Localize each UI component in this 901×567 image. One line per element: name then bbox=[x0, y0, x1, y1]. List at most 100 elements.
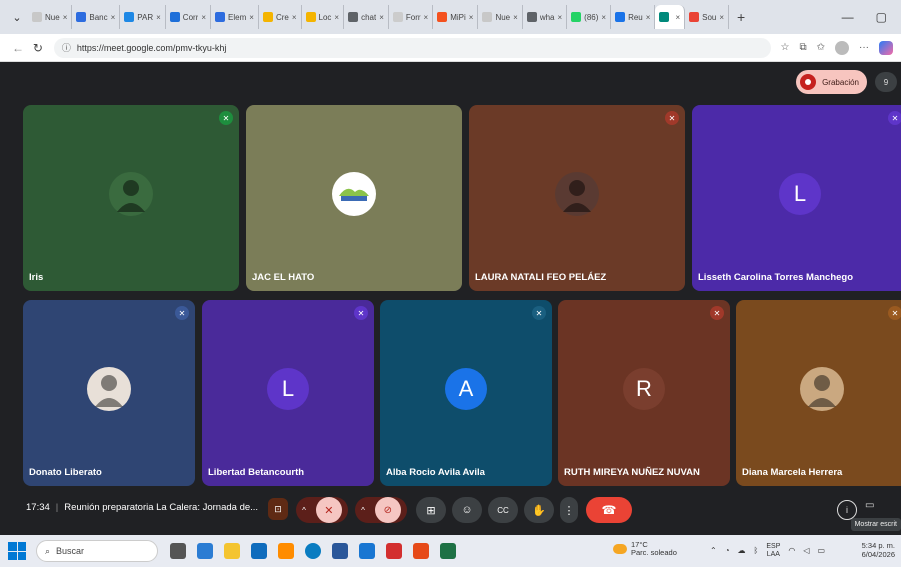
window-controls: — ▢ bbox=[842, 10, 901, 24]
browser-tab[interactable]: MiPi × bbox=[433, 5, 479, 29]
search-placeholder: Buscar bbox=[56, 546, 85, 556]
browser-tab[interactable]: Elem × bbox=[211, 5, 259, 29]
browser-tab[interactable]: Corr × bbox=[166, 5, 212, 29]
weather-widget[interactable]: 17°C Parc. soleado bbox=[613, 540, 677, 558]
edge-icon[interactable] bbox=[305, 543, 321, 559]
participant-tile[interactable]: R ✕ RUTH MIREYA NUÑEZ NUVAN bbox=[558, 300, 730, 486]
more-menu-icon[interactable]: ··· bbox=[859, 42, 869, 53]
back-icon[interactable]: ← bbox=[8, 41, 28, 55]
browser-tab[interactable]: Sou × bbox=[685, 5, 730, 29]
browser-tab[interactable]: Reu × bbox=[611, 5, 656, 29]
tab-close-icon[interactable]: × bbox=[111, 13, 116, 22]
browser-tab[interactable]: (86) × bbox=[567, 5, 612, 29]
tab-close-icon[interactable]: × bbox=[424, 13, 429, 22]
browser-tab[interactable]: PAR × bbox=[120, 5, 166, 29]
browser-tab[interactable]: Nue × bbox=[28, 5, 73, 29]
copilot-icon[interactable] bbox=[879, 40, 893, 55]
mic-off-button[interactable]: ✕ bbox=[315, 497, 342, 523]
tab-close-icon[interactable]: × bbox=[379, 13, 384, 22]
tab-close-icon[interactable]: × bbox=[201, 13, 206, 22]
favorites-icon[interactable]: ✩ bbox=[817, 42, 825, 53]
participant-tile[interactable]: ✕ LAURA NATALI FEO PELÁEZ bbox=[469, 105, 685, 291]
tray-app-icon[interactable]: ◔ bbox=[725, 546, 730, 555]
browser-tab[interactable]: Loc × bbox=[302, 5, 345, 29]
tab-close-icon[interactable]: × bbox=[719, 13, 724, 22]
task-view-icon[interactable] bbox=[170, 543, 186, 559]
volume-icon[interactable]: ◁ bbox=[803, 546, 809, 555]
url-field[interactable]: ⓘ https://meet.google.com/pmv-tkyu-khj bbox=[53, 37, 771, 58]
participant-tile[interactable]: ✕ Iris bbox=[23, 105, 239, 291]
profile-avatar[interactable] bbox=[835, 40, 849, 55]
browser-tab[interactable]: Forr × bbox=[389, 5, 434, 29]
tab-close-icon[interactable]: × bbox=[292, 13, 297, 22]
meeting-details-button[interactable]: i bbox=[837, 500, 857, 520]
mic-options-icon[interactable]: ^ bbox=[302, 506, 306, 515]
captions-button[interactable]: CC bbox=[488, 497, 518, 523]
reactions-button[interactable]: ☺ bbox=[452, 497, 482, 523]
tab-close-icon[interactable]: × bbox=[249, 13, 254, 22]
participant-tile[interactable]: ✕ Diana Marcela Herrera bbox=[736, 300, 901, 486]
paint-icon[interactable] bbox=[278, 543, 294, 559]
tab-close-icon[interactable]: × bbox=[675, 13, 680, 22]
tab-close-icon[interactable]: × bbox=[558, 13, 563, 22]
taskbar-clock[interactable]: 5:34 p. m. 6/04/2026 bbox=[862, 541, 895, 559]
tray-chevron-icon[interactable]: ⌃ bbox=[710, 546, 717, 555]
browser-tab[interactable]: × bbox=[655, 5, 686, 29]
input-language[interactable]: ESP LAA bbox=[766, 543, 780, 558]
teams-icon[interactable] bbox=[332, 543, 348, 559]
acrobat-icon[interactable] bbox=[386, 543, 402, 559]
tab-close-icon[interactable]: × bbox=[646, 13, 651, 22]
browser-tab[interactable]: Banc × bbox=[72, 5, 121, 29]
site-info-icon[interactable]: ⓘ bbox=[62, 41, 71, 54]
tray-bluetooth-icon[interactable]: ᛒ bbox=[754, 546, 759, 555]
tab-list-menu-button[interactable]: ⌄ bbox=[6, 6, 28, 28]
new-tab-button[interactable]: + bbox=[729, 9, 753, 25]
participants-button[interactable]: 9 bbox=[875, 72, 897, 92]
participant-tile[interactable]: ✕ Donato Liberato bbox=[23, 300, 195, 486]
battery-icon[interactable]: ▭ bbox=[818, 546, 826, 555]
wifi-icon[interactable]: ◠ bbox=[788, 546, 795, 555]
excel-icon[interactable] bbox=[440, 543, 456, 559]
participant-tile[interactable]: L ✕ Libertad Betancourth bbox=[202, 300, 374, 486]
extensions-icon[interactable]: ⧉ bbox=[799, 42, 806, 53]
participant-name: LAURA NATALI FEO PELÁEZ bbox=[475, 272, 607, 283]
tab-close-icon[interactable]: × bbox=[469, 13, 474, 22]
tab-list: Nue × Banc × PAR × Corr × Elem × Cre × Loc × chat × Forr… bbox=[28, 5, 730, 29]
leave-call-button[interactable]: ☎ bbox=[586, 497, 632, 523]
browser-tab[interactable]: Cre × bbox=[259, 5, 302, 29]
maximize-icon[interactable]: ▢ bbox=[876, 10, 887, 24]
minimize-icon[interactable]: — bbox=[842, 10, 854, 24]
office-icon[interactable] bbox=[413, 543, 429, 559]
tab-close-icon[interactable]: × bbox=[334, 13, 339, 22]
tab-close-icon[interactable]: × bbox=[601, 13, 606, 22]
browser-tab[interactable]: wha × bbox=[523, 5, 568, 29]
partly-sunny-icon bbox=[613, 544, 627, 555]
participant-tile[interactable]: A ✕ Alba Rocio Avila Avila bbox=[380, 300, 552, 486]
hand-icon: ✋ bbox=[532, 504, 546, 517]
camera-options-icon[interactable]: ^ bbox=[361, 506, 365, 515]
participant-tile[interactable]: L ✕ Lisseth Carolina Torres Manchego bbox=[692, 105, 901, 291]
participant-tile[interactable]: JAC EL HATO bbox=[246, 105, 462, 291]
raise-hand-button[interactable]: ✋ bbox=[524, 497, 554, 523]
tray-onedrive-icon[interactable]: ☁ bbox=[738, 546, 746, 555]
store-icon[interactable] bbox=[251, 543, 267, 559]
present-button[interactable]: ⊞ bbox=[416, 497, 446, 523]
taskbar-search[interactable]: ⌕ Buscar bbox=[36, 540, 158, 562]
chat-button[interactable]: ▭ bbox=[865, 500, 885, 518]
copilot-app-icon[interactable] bbox=[197, 543, 213, 559]
recording-indicator[interactable]: Grabación bbox=[796, 70, 867, 94]
favorite-star-icon[interactable]: ☆ bbox=[781, 42, 790, 53]
tab-close-icon[interactable]: × bbox=[156, 13, 161, 22]
camera-off-button[interactable]: ⊘ bbox=[374, 497, 401, 523]
windows-start-icon[interactable] bbox=[8, 542, 26, 560]
more-options-button[interactable]: ⋮ bbox=[560, 497, 578, 523]
reload-icon[interactable]: ↻ bbox=[28, 41, 48, 55]
url-text: https://meet.google.com/pmv-tkyu-khj bbox=[76, 42, 227, 53]
companion-mode-button[interactable]: ⊡ bbox=[268, 498, 288, 520]
outlook-icon[interactable] bbox=[359, 543, 375, 559]
file-explorer-icon[interactable] bbox=[224, 543, 240, 559]
tab-close-icon[interactable]: × bbox=[513, 13, 518, 22]
tab-close-icon[interactable]: × bbox=[63, 13, 68, 22]
browser-tab[interactable]: Nue × bbox=[478, 5, 523, 29]
browser-tab[interactable]: chat × bbox=[344, 5, 389, 29]
